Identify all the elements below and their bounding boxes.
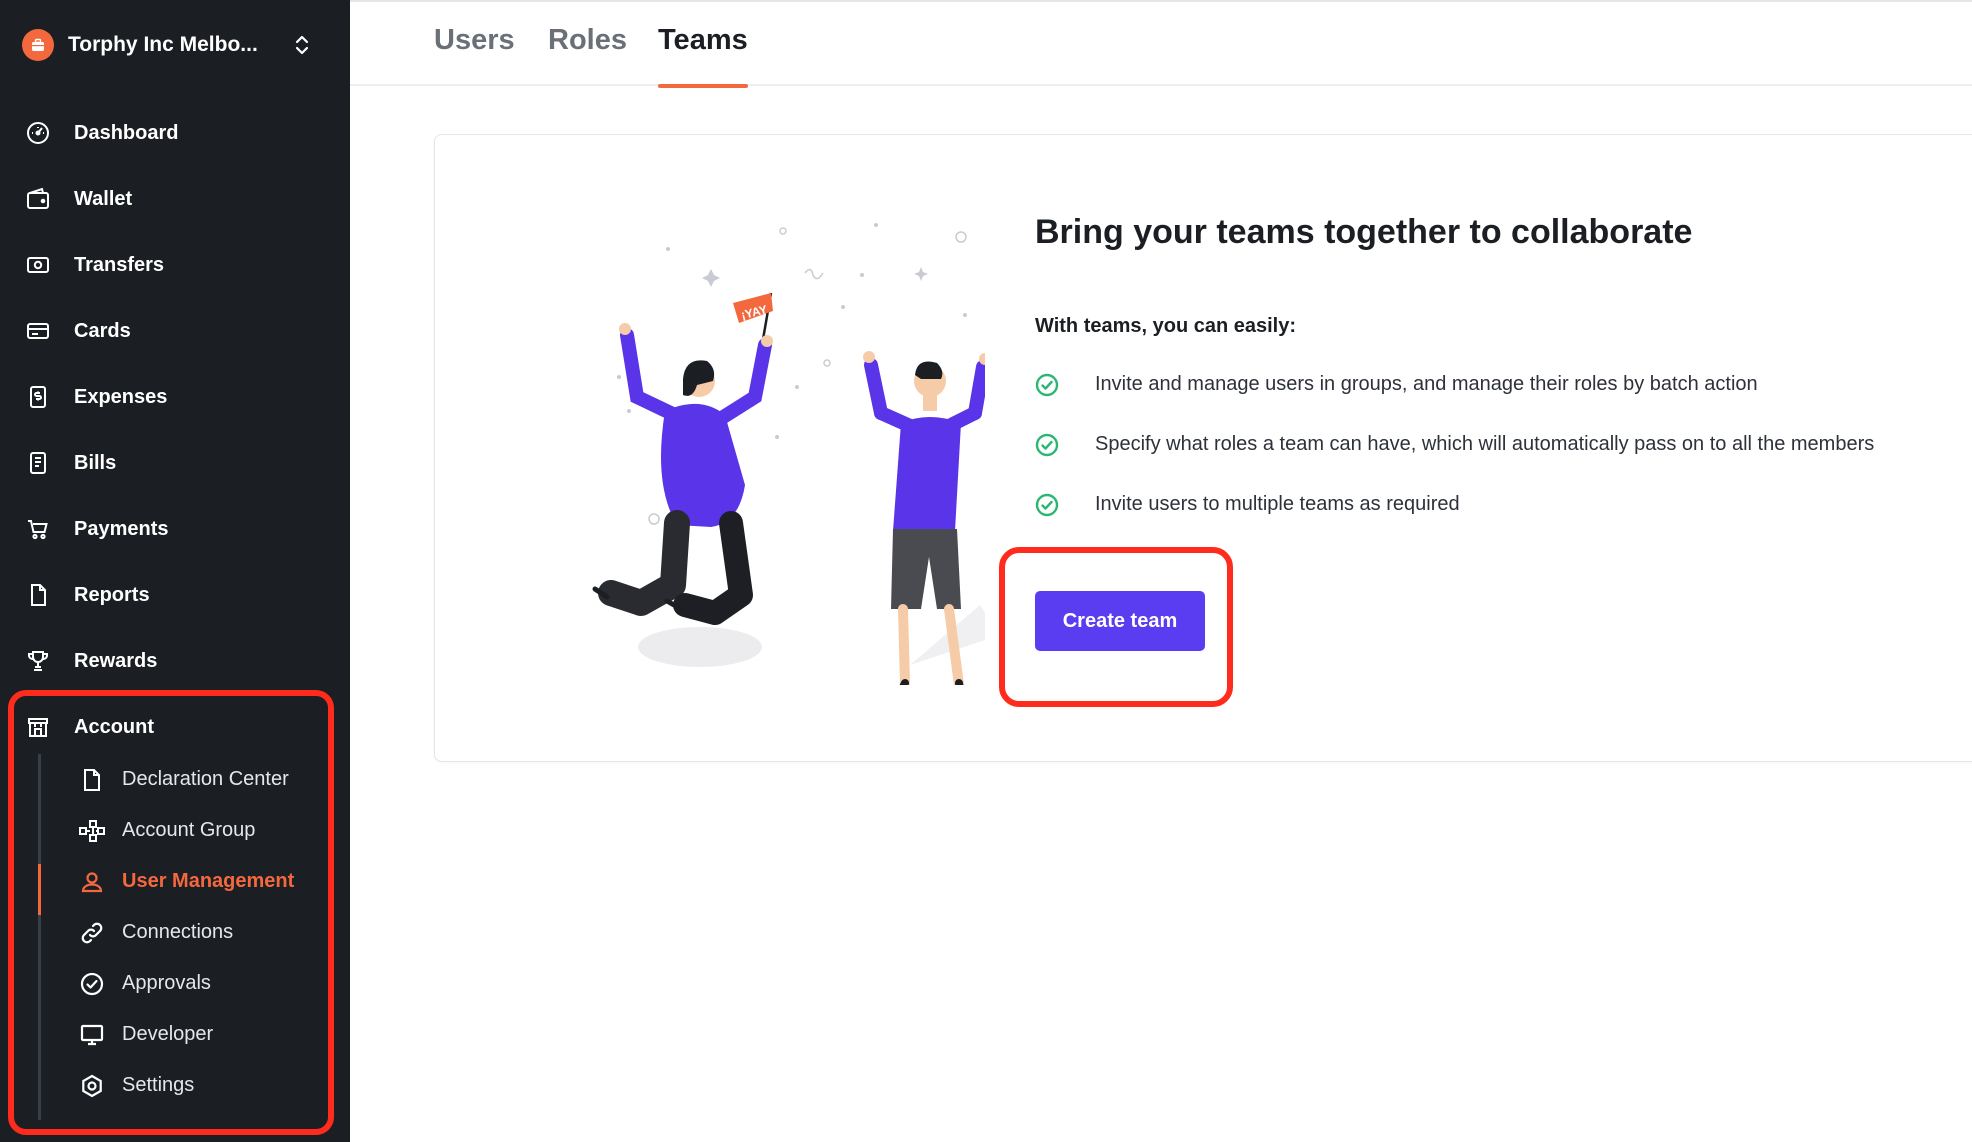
link-icon [78, 919, 106, 947]
subnav-item-connections[interactable]: Connections [0, 907, 350, 958]
nav-item-account[interactable]: Account [0, 694, 350, 760]
subnav-item-developer[interactable]: Developer [0, 1009, 350, 1060]
expenses-icon [24, 383, 52, 411]
check-circle-icon [1035, 433, 1059, 457]
org-logo-icon [22, 29, 54, 61]
nav-label: Transfers [74, 253, 165, 276]
subnav-item-account-group[interactable]: Account Group [0, 805, 350, 856]
main-nav: Dashboard Wallet Transfers Cards Expense… [0, 100, 350, 760]
tab-roles[interactable]: Roles [548, 24, 627, 86]
subnav-label: Connections [122, 921, 234, 943]
check-circle-icon [78, 970, 106, 998]
celebration-illustration: ¡YAY [525, 185, 1050, 699]
create-team-button[interactable]: Create team [1035, 591, 1205, 651]
nav-item-cards[interactable]: Cards [0, 298, 350, 364]
tab-bar: Users Roles Teams [350, 0, 1972, 88]
check-circle-icon [1035, 493, 1059, 517]
benefit-text: Invite and manage users in groups, and m… [1095, 373, 1758, 395]
nav-item-rewards[interactable]: Rewards [0, 628, 350, 694]
user-icon [78, 868, 106, 896]
benefit-text: Invite users to multiple teams as requir… [1095, 493, 1460, 515]
empty-state-headline: Bring your teams together to collaborate [1035, 213, 1693, 251]
subnav-label: Approvals [122, 972, 211, 994]
tab-users[interactable]: Users [434, 24, 515, 86]
card-icon [24, 317, 52, 345]
wallet-icon [24, 185, 52, 213]
org-switcher[interactable]: Torphy Inc Melbo... [22, 28, 312, 62]
subnav-label: Developer [122, 1023, 214, 1045]
nav-label: Rewards [74, 649, 158, 672]
gear-icon [78, 1072, 106, 1100]
dashboard-icon [24, 119, 52, 147]
document-icon [78, 766, 106, 794]
benefits-intro: With teams, you can easily: [1035, 315, 1297, 337]
nav-item-expenses[interactable]: Expenses [0, 364, 350, 430]
hierarchy-icon [78, 817, 106, 845]
nav-label: Bills [74, 451, 117, 474]
nav-item-dashboard[interactable]: Dashboard [0, 100, 350, 166]
subnav-item-settings[interactable]: Settings [0, 1060, 350, 1111]
subnav-item-user-management[interactable]: User Management [0, 856, 350, 907]
benefit-item: Specify what roles a team can have, whic… [1035, 431, 1874, 491]
monitor-icon [78, 1021, 106, 1049]
chevron-up-down-icon[interactable] [292, 34, 312, 56]
nav-item-transfers[interactable]: Transfers [0, 232, 350, 298]
benefits-list: Invite and manage users in groups, and m… [1035, 371, 1874, 551]
nav-label: Cards [74, 319, 131, 342]
subnav-label: User Management [122, 870, 295, 892]
sidebar: Torphy Inc Melbo... Dashboard Wallet Tra… [0, 0, 350, 1142]
nav-label: Dashboard [74, 121, 179, 144]
benefit-text: Specify what roles a team can have, whic… [1095, 433, 1875, 455]
check-circle-icon [1035, 373, 1059, 397]
nav-item-payments[interactable]: Payments [0, 496, 350, 562]
tab-teams[interactable]: Teams [658, 24, 748, 88]
nav-label: Expenses [74, 385, 168, 408]
subnav-item-approvals[interactable]: Approvals [0, 958, 350, 1009]
cart-icon [24, 515, 52, 543]
trophy-icon [24, 647, 52, 675]
benefit-item: Invite and manage users in groups, and m… [1035, 371, 1874, 431]
account-subnav: Declaration Center Account Group User Ma… [0, 754, 350, 1120]
subnav-label: Settings [122, 1074, 195, 1096]
nav-item-reports[interactable]: Reports [0, 562, 350, 628]
nav-label: Wallet [74, 187, 133, 210]
nav-label: Account [74, 715, 154, 738]
nav-label: Payments [74, 517, 169, 540]
nav-item-bills[interactable]: Bills [0, 430, 350, 496]
nav-item-wallet[interactable]: Wallet [0, 166, 350, 232]
store-icon [24, 713, 52, 741]
teams-empty-state-card: ¡YAY Bring your teams together to collab… [434, 134, 1972, 762]
report-icon [24, 581, 52, 609]
bills-icon [24, 449, 52, 477]
nav-label: Reports [74, 583, 150, 606]
subnav-label: Account Group [122, 819, 256, 841]
org-name: Torphy Inc Melbo... [68, 33, 258, 56]
transfers-icon [24, 251, 52, 279]
subnav-item-declaration-center[interactable]: Declaration Center [0, 754, 350, 805]
benefit-item: Invite users to multiple teams as requir… [1035, 491, 1874, 551]
subnav-label: Declaration Center [122, 768, 289, 790]
